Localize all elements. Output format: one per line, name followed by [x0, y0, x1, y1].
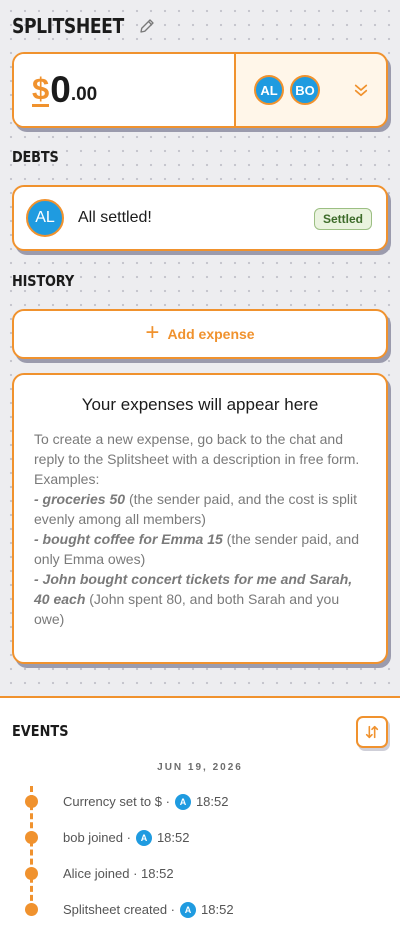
debts-card: AL All settled! Settled	[12, 185, 388, 251]
add-expense-label: Add expense	[167, 326, 255, 342]
instructions-text: To create a new expense, go back to the …	[34, 431, 360, 467]
example-command: - groceries 50	[34, 491, 126, 507]
timeline-dot	[25, 867, 38, 880]
currency-symbol: $	[32, 70, 50, 107]
members-toggle[interactable]: AL BO	[236, 54, 386, 126]
event-time: 18:52	[201, 902, 234, 917]
balance-amount: $ 0 .00	[14, 54, 236, 126]
event-text: Alice joined · 18:52	[63, 866, 174, 881]
empty-state-title: Your expenses will appear here	[81, 395, 319, 414]
app-title: SPLITSHEET	[12, 14, 124, 38]
event-time: 18:52	[195, 794, 229, 809]
event-time: 18:52	[156, 830, 190, 845]
events-date: JUN 19, 2026	[157, 762, 243, 773]
avatar: A	[180, 902, 197, 918]
examples-label: Examples:	[34, 471, 100, 487]
debts-title: DEBTS	[12, 148, 59, 166]
sort-arrows-icon	[365, 725, 379, 739]
event-text-row: Splitsheet created · A 18:52	[63, 900, 234, 920]
pencil-icon[interactable]	[138, 17, 156, 35]
plus-icon: +	[145, 319, 160, 346]
amount-decimal: .00	[70, 84, 98, 105]
event-text-row: bob joined · A 18:52	[63, 828, 190, 848]
avatar: AL	[26, 199, 64, 237]
timeline-dot	[25, 795, 38, 808]
sort-button[interactable]	[356, 716, 388, 748]
event-text: Currency set to $ ·	[63, 794, 170, 809]
add-expense-button[interactable]: + Add expense	[12, 309, 388, 359]
empty-state-body: To create a new expense, go back to the …	[34, 429, 366, 629]
event-text-row: Currency set to $ · A 18:52	[63, 792, 228, 812]
avatar: A	[135, 830, 152, 846]
status-badge: Settled	[313, 208, 372, 230]
timeline-dot	[25, 831, 38, 844]
event-text: Splitsheet created ·	[63, 902, 176, 917]
avatar: BO	[290, 75, 320, 105]
history-title: HISTORY	[12, 272, 75, 290]
avatar: A	[174, 794, 191, 810]
events-panel: EVENTS JUN 19, 2026 Currency set to $ · …	[0, 696, 400, 951]
header: SPLITSHEET	[12, 14, 156, 38]
empty-state-card: Your expenses will appear here To create…	[12, 373, 388, 664]
avatar: AL	[254, 75, 284, 105]
chevron-double-down-icon[interactable]	[352, 81, 370, 99]
event-text-row: Alice joined · 18:52	[63, 864, 174, 884]
example-item: - bought coffee for Emma 15 (the sender …	[34, 529, 366, 569]
balance-card: $ 0 .00 AL BO	[12, 52, 388, 128]
settled-message: All settled!	[78, 209, 152, 226]
amount-integer: 0	[50, 69, 71, 110]
example-item: - John bought concert tickets for me and…	[34, 569, 366, 629]
example-item: - groceries 50 (the sender paid, and the…	[34, 489, 366, 529]
timeline-dot	[25, 903, 38, 916]
example-command: - bought coffee for Emma 15	[34, 531, 223, 547]
event-text: bob joined ·	[63, 830, 131, 845]
events-title: EVENTS	[12, 722, 69, 740]
